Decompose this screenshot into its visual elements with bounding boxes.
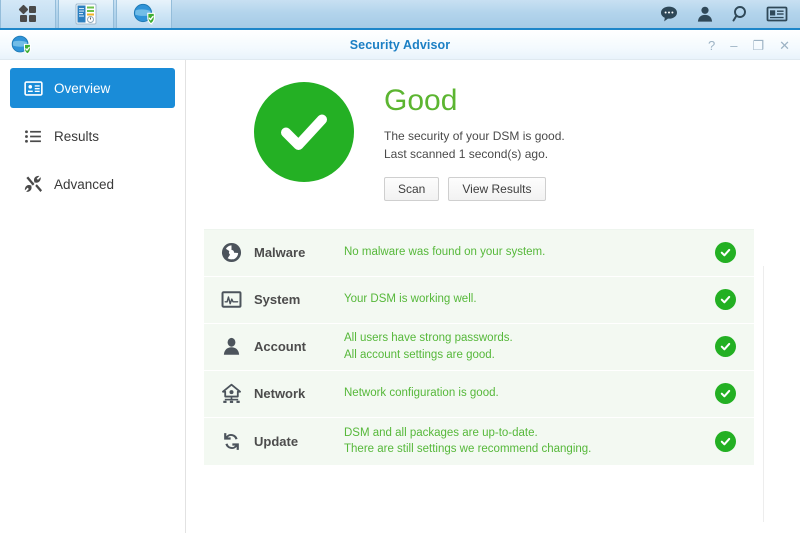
sidebar: Overview Results Advanced [0,60,186,533]
close-button[interactable]: ✕ [779,39,790,52]
check-circle-icon [714,242,736,264]
account-icon [216,336,246,357]
control-panel-icon [75,3,97,25]
window-body: Overview Results Advanced Good The secur… [0,60,800,533]
package-center-icon [18,4,36,22]
result-line: No malware was found on your system. [344,246,546,259]
taskbar-app-package-center[interactable] [0,0,56,28]
taskbar-tray [658,0,800,28]
status-badge [696,289,754,311]
results-list: Malware No malware was found on your sys… [204,228,754,465]
status-badge [696,242,754,264]
result-name: System [254,292,301,308]
result-line: All users have strong passwords. [344,332,513,345]
check-circle-icon [714,430,736,452]
security-advisor-icon [133,3,155,25]
search-icon[interactable] [730,3,752,25]
status-badge [696,383,754,405]
tools-icon [22,173,44,195]
sidebar-item-overview[interactable]: Overview [10,68,175,108]
status-title: Good [384,84,458,117]
check-circle-icon [254,82,354,182]
result-name: Update [254,433,299,449]
notifications-icon[interactable] [658,3,680,25]
malware-icon [216,242,246,263]
overview-icon [22,77,44,99]
main-content: Good The security of your DSM is good. L… [186,60,800,533]
result-description: Network configuration is good. [344,385,696,402]
last-scanned-text: Last scanned 1 second(s) ago. [384,147,549,162]
content-divider [763,266,764,522]
window-titlebar: Security Advisor ? – ❐ ✕ [0,30,800,60]
result-line: All account settings are good. [344,348,495,361]
sidebar-item-label: Overview [54,80,111,96]
sidebar-item-results[interactable]: Results [10,116,175,156]
scan-button[interactable]: Scan [384,176,440,201]
summary-actions: Scan View Results [384,176,565,201]
check-circle-icon [714,336,736,358]
table-row[interactable]: System Your DSM is working well. [204,277,754,324]
minimize-button[interactable]: – [730,39,737,52]
status-badge [696,430,754,452]
result-description: DSM and all packages are up-to-date. The… [344,425,696,458]
check-circle-icon [714,289,736,311]
sidebar-item-advanced[interactable]: Advanced [10,164,175,204]
result-name: Malware [254,245,306,261]
result-description: No malware was found on your system. [344,244,696,261]
taskbar-spacer [174,0,658,28]
status-badge [696,336,754,358]
help-button[interactable]: ? [708,39,715,52]
taskbar-app-control-panel[interactable] [58,0,114,28]
list-icon [22,125,44,147]
sidebar-item-label: Results [54,128,100,144]
update-icon [216,431,246,452]
result-line: Your DSM is working well. [344,293,477,306]
taskbar-app-security-advisor[interactable] [116,0,172,28]
maximize-button[interactable]: ❐ [752,39,764,52]
table-row[interactable]: Malware No malware was found on your sys… [204,230,754,277]
result-description: All users have strong passwords. All acc… [344,330,696,363]
widgets-icon[interactable] [766,3,788,25]
network-icon [216,383,246,404]
result-name: Network [254,386,306,402]
system-monitor-icon [216,289,246,310]
view-results-button[interactable]: View Results [448,176,546,201]
status-summary: Good The security of your DSM is good. L… [186,60,800,201]
table-row[interactable]: Update DSM and all packages are up-to-da… [204,418,754,465]
check-circle-icon [714,383,736,405]
result-description: Your DSM is working well. [344,291,696,308]
result-line: Network configuration is good. [344,387,499,400]
taskbar [0,0,800,30]
table-row[interactable]: Account All users have strong passwords.… [204,324,754,371]
result-line: DSM and all packages are up-to-date. [344,426,538,439]
table-row[interactable]: Network Network configuration is good. [204,371,754,418]
result-name: Account [254,339,306,355]
sidebar-item-label: Advanced [54,176,115,192]
summary-text: Good The security of your DSM is good. L… [384,82,565,201]
window-controls: ? – ❐ ✕ [708,30,790,60]
security-advisor-window: Security Advisor ? – ❐ ✕ Overview Result… [0,30,800,533]
status-description: The security of your DSM is good. [384,128,565,143]
taskbar-app-buttons [0,0,174,28]
result-line: There are still settings we recommend ch… [344,443,592,456]
window-title: Security Advisor [349,37,451,52]
user-account-icon[interactable] [694,3,716,25]
